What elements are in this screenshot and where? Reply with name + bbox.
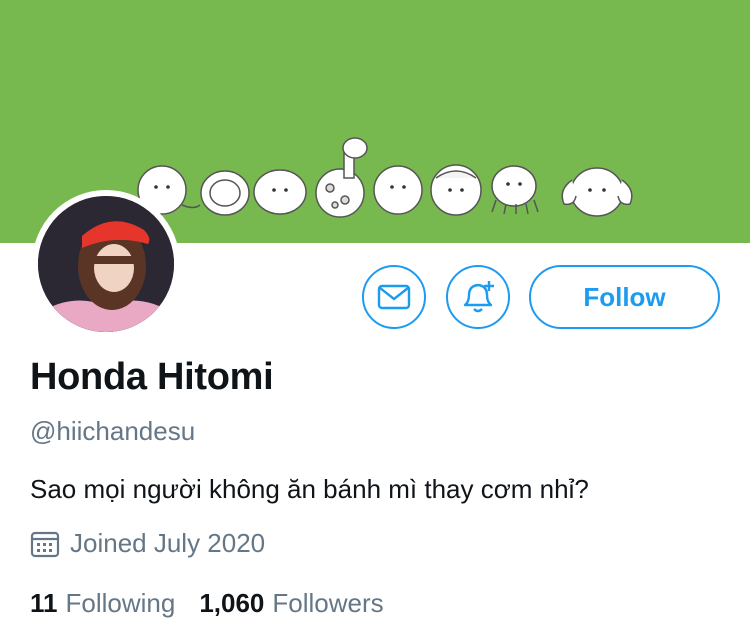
joined-date: Joined July 2020 — [30, 528, 265, 559]
followers-count: 1,060 — [199, 588, 265, 618]
notify-button[interactable] — [446, 265, 510, 329]
bell-plus-icon — [463, 281, 494, 313]
profile-stats: 11 Following 1,060 Followers — [30, 588, 384, 619]
follow-button[interactable]: Follow — [529, 265, 720, 329]
envelope-icon — [377, 284, 411, 310]
followers-link[interactable]: 1,060 Followers — [199, 588, 383, 619]
profile-handle: @hiichandesu — [30, 416, 196, 446]
profile-avatar[interactable] — [32, 190, 180, 338]
followers-label: Followers — [272, 588, 384, 618]
following-link[interactable]: 11 Following — [30, 588, 175, 619]
avatar-photo — [38, 196, 174, 332]
profile-bio: Sao mọi người không ăn bánh mì thay cơm … — [30, 474, 589, 504]
display-name: Honda Hitomi — [30, 356, 274, 398]
following-count: 11 — [30, 588, 58, 618]
message-button[interactable] — [362, 265, 426, 329]
calendar-icon — [30, 531, 60, 557]
following-label: Following — [65, 588, 176, 618]
joined-label: Joined July 2020 — [70, 528, 266, 558]
